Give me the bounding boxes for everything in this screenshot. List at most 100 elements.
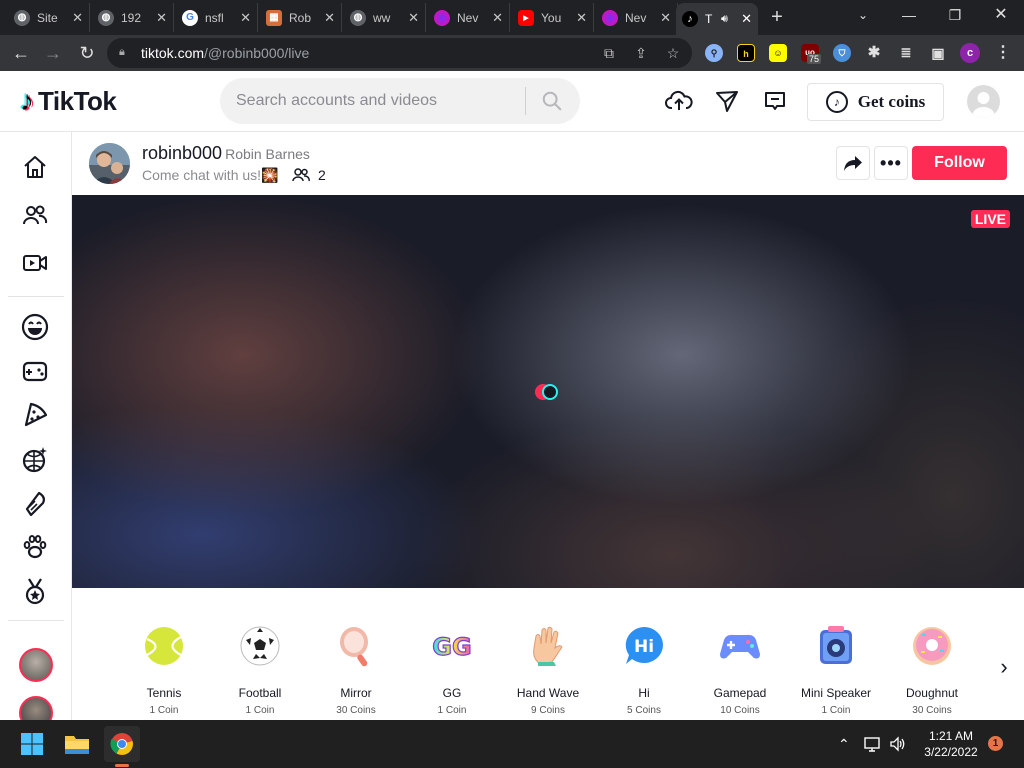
search-input[interactable]: [220, 92, 525, 110]
upload-icon[interactable]: [664, 86, 694, 116]
close-tab-icon[interactable]: ✕: [156, 10, 167, 26]
browser-tab[interactable]: ◍ Site ✕: [8, 3, 90, 32]
globe-icon: ◍: [98, 9, 114, 26]
browser-tab[interactable]: ▦ Rob ✕: [260, 3, 342, 32]
host-avatar[interactable]: [89, 143, 130, 184]
clock-time: 1:21 AM: [928, 729, 974, 743]
live-video-icon[interactable]: [19, 247, 51, 279]
bookmark-star-icon[interactable]: ☆: [661, 38, 685, 68]
medal-sports-icon[interactable]: [19, 575, 51, 607]
extensions-puzzle-icon[interactable]: ✱: [865, 44, 883, 62]
messages-send-icon[interactable]: [712, 86, 742, 116]
user-avatar[interactable]: [967, 85, 1000, 118]
google-icon: G: [182, 9, 198, 26]
tiktok-logo[interactable]: ♪ TikTok: [20, 85, 117, 117]
chevron-right-icon[interactable]: ›: [994, 654, 1014, 680]
gift-item[interactable]: Mini Speaker 1 Coin: [788, 624, 884, 716]
back-icon[interactable]: ←: [8, 40, 34, 66]
extension-search-icon[interactable]: ⚲: [705, 44, 723, 62]
close-tab-icon[interactable]: ✕: [576, 10, 587, 26]
maximize-button[interactable]: ❐: [932, 0, 978, 32]
tiktok-icon: ♪: [682, 11, 698, 27]
gift-item[interactable]: Doughnut 30 Coins: [884, 624, 980, 716]
gift-item[interactable]: Hi Hi 5 Coins: [596, 624, 692, 716]
smiley-icon[interactable]: [19, 311, 51, 343]
share-button[interactable]: [836, 146, 870, 180]
close-tab-icon[interactable]: ✕: [408, 10, 419, 26]
close-tab-icon[interactable]: ✕: [240, 10, 251, 26]
gamepad-icon[interactable]: [19, 355, 51, 387]
tab-search-icon[interactable]: ⌄: [840, 0, 886, 32]
windows-start-icon[interactable]: [16, 728, 48, 760]
coin-icon: ♪: [825, 91, 848, 113]
speaker-icon[interactable]: 🔊︎: [721, 13, 728, 26]
tiktok-header: ♪ TikTok ♪ Get coins: [0, 71, 1024, 132]
gift-price: 5 Coins: [627, 705, 661, 716]
gift-item[interactable]: Tennis 1 Coin: [116, 624, 212, 716]
host-username[interactable]: robinb000 Robin Barnes: [142, 143, 310, 164]
close-window-button[interactable]: ✕: [978, 0, 1024, 32]
new-tab-button[interactable]: +: [766, 6, 788, 28]
system-clock[interactable]: 1:21 AM 3/22/2022: [916, 728, 986, 760]
browser-tab[interactable]: ◍ 192 ✕: [92, 3, 174, 32]
address-bar[interactable]: 🔒︎ tiktok.com/@robinb000/live ⧉ ⇪ ☆: [107, 38, 692, 68]
browser-tab[interactable]: ▶ You ✕: [512, 3, 594, 32]
close-tab-icon[interactable]: ✕: [324, 10, 335, 26]
image-icon: ▦: [266, 9, 282, 26]
side-panel-icon[interactable]: ▣: [929, 44, 947, 62]
minimize-button[interactable]: —: [886, 0, 932, 32]
chrome-taskbar-icon[interactable]: [104, 726, 140, 762]
open-in-app-icon[interactable]: ⧉: [597, 38, 621, 68]
follow-button[interactable]: Follow: [912, 146, 1007, 180]
globe-icon: ◍: [14, 9, 30, 26]
reload-icon[interactable]: ↻: [74, 40, 100, 66]
profile-avatar-icon[interactable]: c: [960, 43, 980, 63]
gift-price: 9 Coins: [531, 705, 565, 716]
pizza-food-icon[interactable]: [19, 399, 51, 431]
media-control-icon[interactable]: ≣: [897, 44, 915, 62]
following-icon[interactable]: [19, 199, 51, 231]
search-button[interactable]: [526, 78, 578, 124]
browser-tab-active[interactable]: ♪ T 🔊︎ ✕: [676, 3, 758, 35]
paw-pets-icon[interactable]: [19, 531, 51, 563]
close-tab-icon[interactable]: ✕: [492, 10, 503, 26]
inbox-icon[interactable]: [760, 86, 790, 116]
comb-beauty-icon[interactable]: [19, 487, 51, 519]
browser-toolbar: ← → ↻ 🔒︎ tiktok.com/@robinb000/live ⧉ ⇪ …: [0, 35, 1024, 71]
snapchat-icon[interactable]: ☺: [769, 44, 787, 62]
tray-overflow-icon[interactable]: ⌃: [838, 720, 850, 768]
home-icon[interactable]: [19, 151, 51, 183]
close-tab-icon[interactable]: ✕: [660, 10, 671, 26]
disco-ball-icon[interactable]: [19, 443, 51, 475]
file-explorer-icon[interactable]: [61, 728, 93, 760]
chrome-menu-icon[interactable]: ⋮: [994, 44, 1012, 62]
vpn-shield-icon[interactable]: ⛉: [833, 44, 851, 62]
close-tab-icon[interactable]: ✕: [72, 10, 83, 26]
share-icon[interactable]: ⇪: [629, 38, 653, 68]
network-icon[interactable]: [864, 720, 882, 768]
gift-item[interactable]: Football 1 Coin: [212, 624, 308, 716]
forward-icon[interactable]: →: [40, 40, 66, 66]
gift-item[interactable]: Mirror 30 Coins: [308, 624, 404, 716]
live-creator-avatar[interactable]: [19, 648, 53, 682]
live-description: Come chat with us!🎇: [142, 167, 279, 183]
gift-name: Doughnut: [905, 686, 959, 700]
extension-honey-icon[interactable]: h: [737, 44, 755, 62]
close-tab-icon[interactable]: ✕: [741, 11, 752, 27]
browser-tab[interactable]: Nev ✕: [428, 3, 510, 32]
browser-tab[interactable]: ◍ ww ✕: [344, 3, 426, 32]
volume-icon[interactable]: [889, 720, 907, 768]
browser-tab[interactable]: Nev ✕: [596, 3, 678, 32]
gift-item[interactable]: Hand Wave 9 Coins: [500, 624, 596, 716]
gift-item[interactable]: Gamepad 10 Coins: [692, 624, 788, 716]
gift-price: 1 Coin: [245, 705, 275, 716]
tab-title: Nev: [457, 10, 479, 25]
gift-name: Football: [238, 686, 282, 700]
notification-badge[interactable]: 1: [988, 736, 1003, 751]
browser-tab[interactable]: G nsfl ✕: [176, 3, 258, 32]
more-options-button[interactable]: •••: [874, 146, 908, 180]
lock-icon: 🔒︎: [119, 46, 125, 58]
gift-item[interactable]: GG GG 1 Coin: [404, 624, 500, 716]
get-coins-button[interactable]: ♪ Get coins: [807, 83, 944, 121]
live-video-player[interactable]: LIVE: [72, 195, 1024, 588]
